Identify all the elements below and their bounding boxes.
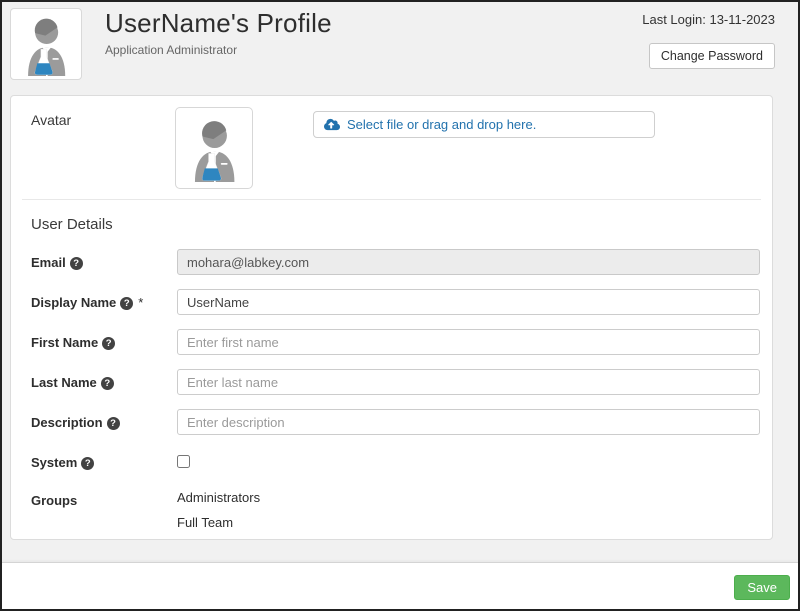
form-row-groups: Groups Administrators Full Team — [31, 487, 760, 537]
email-input — [177, 249, 760, 275]
required-marker: * — [138, 295, 143, 310]
change-password-button[interactable]: Change Password — [649, 43, 775, 69]
first-name-input[interactable] — [177, 329, 760, 355]
form-row-description: Description — [31, 409, 760, 435]
display-name-input[interactable] — [177, 289, 760, 315]
avatar-image — [175, 107, 253, 189]
last-name-label: Last Name — [31, 375, 97, 390]
email-label-cell: Email — [31, 249, 177, 275]
save-button[interactable]: Save — [734, 575, 790, 600]
description-input[interactable] — [177, 409, 760, 435]
scientist-avatar-icon — [180, 112, 248, 184]
groups-list: Administrators Full Team — [177, 487, 760, 537]
email-label: Email — [31, 255, 66, 270]
groups-label: Groups — [31, 493, 77, 508]
system-checkbox[interactable] — [177, 455, 190, 468]
user-details-heading: User Details — [31, 216, 760, 233]
display-name-label: Display Name — [31, 295, 116, 310]
help-icon[interactable] — [120, 297, 133, 310]
avatar-section-label: Avatar — [31, 112, 71, 128]
first-name-label-cell: First Name — [31, 329, 177, 355]
last-name-input[interactable] — [177, 369, 760, 395]
group-item: Administrators — [177, 487, 760, 505]
header-right: Last Login: 13-11-2023 Change Password — [642, 12, 775, 69]
help-icon[interactable] — [81, 457, 94, 470]
profile-window: { "header": { "title": "UserName's Profi… — [0, 0, 800, 611]
system-label-cell: System — [31, 449, 177, 473]
description-label-cell: Description — [31, 409, 177, 435]
cloud-upload-icon — [324, 118, 340, 131]
footer-bar: Save — [2, 562, 798, 609]
help-icon[interactable] — [101, 377, 114, 390]
scientist-avatar-icon — [14, 12, 78, 76]
header-titles: UserName's Profile Application Administr… — [105, 8, 332, 57]
form-row-email: Email — [31, 249, 760, 275]
page-title: UserName's Profile — [105, 8, 332, 39]
avatar-dropzone[interactable]: Select file or drag and drop here. — [313, 111, 655, 138]
header-avatar — [10, 8, 82, 80]
last-name-label-cell: Last Name — [31, 369, 177, 395]
help-icon[interactable] — [107, 417, 120, 430]
form-row-last-name: Last Name — [31, 369, 760, 395]
user-details-section: User Details Email Display Name * — [11, 200, 772, 537]
profile-panel: Avatar Select file or drag and drop — [10, 95, 773, 540]
first-name-label: First Name — [31, 335, 98, 350]
page-subtitle: Application Administrator — [105, 43, 332, 57]
display-name-label-cell: Display Name * — [31, 289, 177, 315]
dropzone-text: Select file or drag and drop here. — [347, 117, 536, 132]
groups-label-cell: Groups — [31, 487, 177, 537]
profile-page: UserName's Profile Application Administr… — [2, 2, 798, 609]
last-login-text: Last Login: 13-11-2023 — [642, 12, 775, 27]
form-row-display-name: Display Name * — [31, 289, 760, 315]
system-label: System — [31, 455, 77, 470]
description-label: Description — [31, 415, 103, 430]
form-row-first-name: First Name — [31, 329, 760, 355]
avatar-section: Avatar Select file or drag and drop — [11, 96, 772, 199]
form-row-system: System — [31, 449, 760, 473]
help-icon[interactable] — [70, 257, 83, 270]
help-icon[interactable] — [102, 337, 115, 350]
group-item: Full Team — [177, 512, 760, 530]
